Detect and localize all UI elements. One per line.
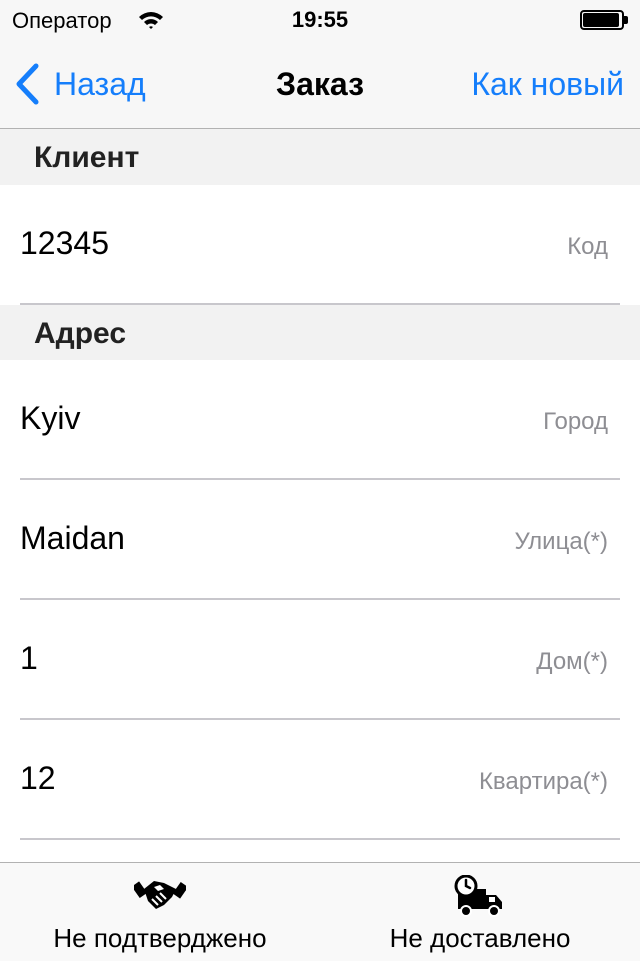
status-time: 19:55 [291,7,349,32]
navigation-bar: Назад Заказ Как новый [0,40,640,129]
field-value: 12345 [20,225,109,261]
tab-not-delivered[interactable]: Не доставлено [320,863,640,961]
field-placeholder: Код [567,233,608,260]
tab-label: Не доставлено [389,923,571,953]
tab-bar: Не подтверджено Не доставлено [0,862,640,961]
delivery-truck-clock-icon [454,875,502,917]
field-value: 12 [20,760,56,796]
field-placeholder: Улица(*) [514,528,608,555]
status-bar: Оператор 19:55 [0,0,640,40]
field-client-code[interactable]: 12345 Код [0,185,640,305]
section-title-client: Клиент [34,141,140,174]
field-house[interactable]: 1 Дом(*) [0,600,640,720]
tab-label: Не подтверджено [53,923,267,953]
field-placeholder: Город [543,408,608,435]
as-new-button[interactable]: Как новый [471,66,624,103]
field-placeholder: Дом(*) [536,648,608,675]
field-value: 1 [20,640,38,676]
field-street[interactable]: Maidan Улица(*) [0,480,640,600]
battery-icon [580,10,628,30]
field-city[interactable]: Kyiv Город [0,360,640,480]
handshake-icon [134,881,186,909]
field-value: Kyiv [20,400,81,436]
tab-not-confirmed[interactable]: Не подтверджено [0,863,320,961]
field-value: Maidan [20,520,125,556]
field-apartment[interactable]: 12 Квартира(*) [0,720,640,840]
section-header-address: Адрес [0,305,640,361]
section-title-address: Адрес [34,317,127,350]
field-placeholder: Квартира(*) [478,768,608,795]
divider [20,838,620,840]
section-header-client: Клиент [0,129,640,185]
